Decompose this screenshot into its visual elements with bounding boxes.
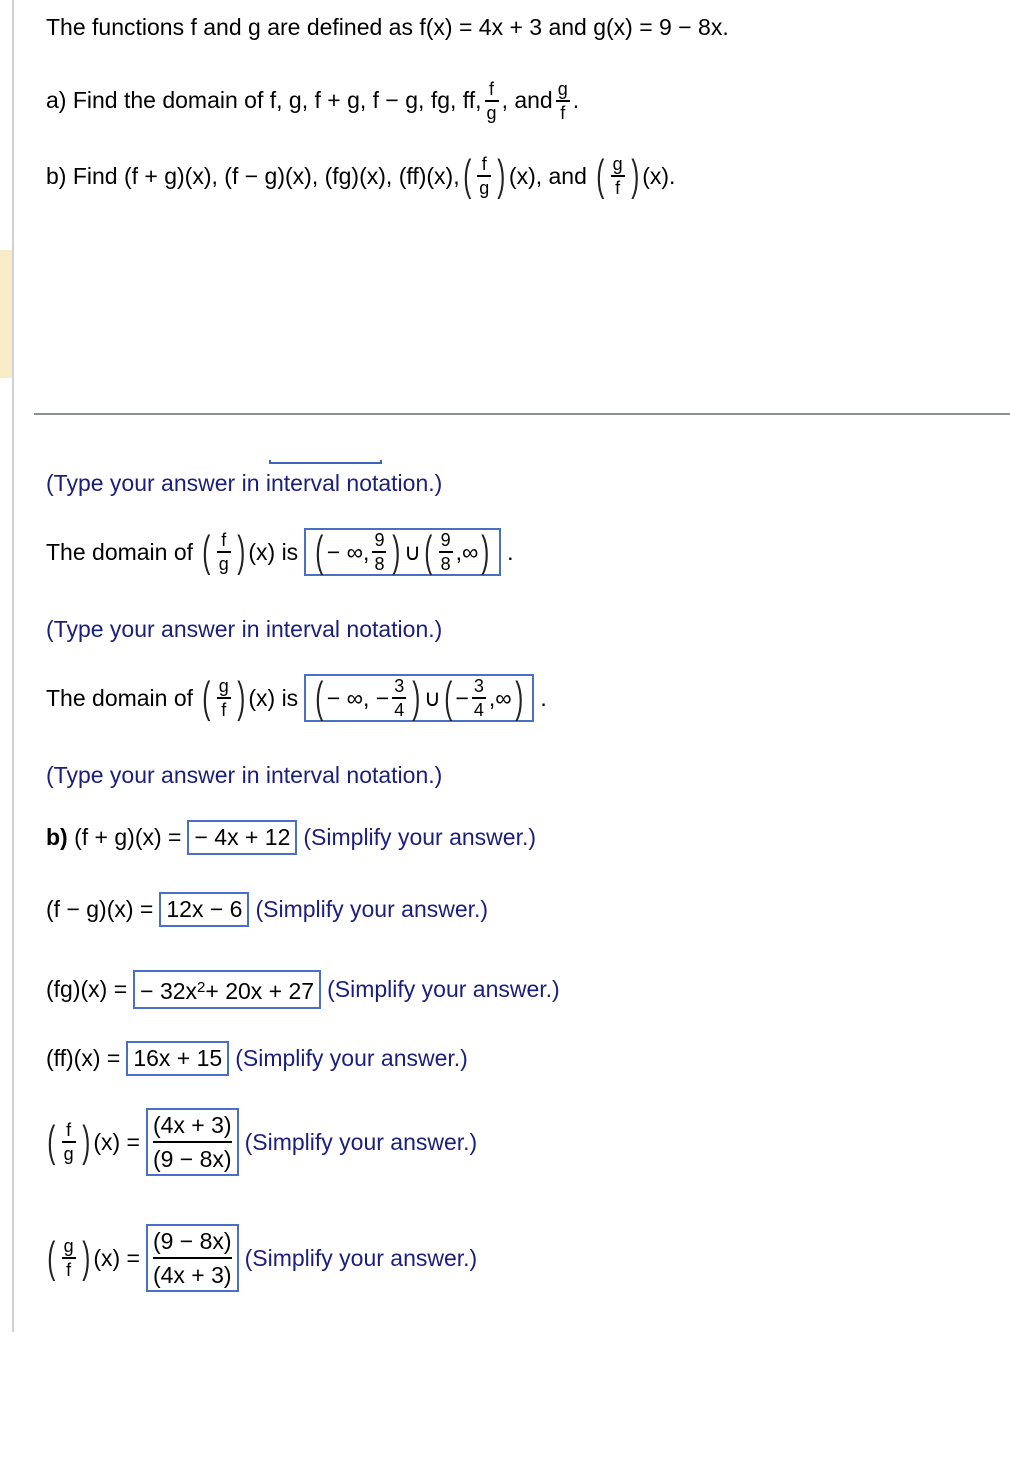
hint-interval-3: (Type your answer in interval notation.) bbox=[46, 762, 443, 788]
paren-fraction-g-over-f: (g f) bbox=[47, 1233, 91, 1283]
scroll-bracket bbox=[269, 460, 382, 464]
hint-interval-1: (Type your answer in interval notation.) bbox=[46, 470, 443, 496]
sum-row: b) (f + g)(x) = − 4x + 12 (Simplify your… bbox=[46, 820, 536, 855]
domain-g-over-f-answer[interactable]: ( − ∞, − 34 ) ∪ ( − 34 ,∞ ) bbox=[304, 674, 535, 722]
left-border bbox=[12, 0, 14, 1332]
domain-f-over-g-answer[interactable]: ( − ∞, 98 ) ∪ ( 98 ,∞ ) bbox=[304, 528, 502, 576]
domain-g-over-f-row: The domain of (g f) (x) is ( − ∞, − 34 ) … bbox=[46, 673, 547, 722]
fraction-f-over-g: fg bbox=[484, 79, 499, 123]
paren-fraction-g-over-f: (g f) bbox=[596, 151, 639, 200]
question-highlight-bar bbox=[0, 250, 12, 378]
sum-answer[interactable]: − 4x + 12 bbox=[187, 820, 298, 855]
hint-interval-2: (Type your answer in interval notation.) bbox=[46, 616, 443, 642]
quotient-g-over-f-answer[interactable]: (9 − 8x) (4x + 3) bbox=[145, 1224, 239, 1293]
quotient-f-over-g-answer[interactable]: (4x + 3) (9 − 8x) bbox=[145, 1108, 239, 1177]
square-answer[interactable]: 16x + 15 bbox=[126, 1041, 230, 1076]
difference-row: (f − g)(x) = 12x − 6 (Simplify your answ… bbox=[46, 892, 488, 927]
paren-fraction-f-over-g: (f g) bbox=[462, 151, 506, 200]
paren-fraction-f-over-g: (f g) bbox=[47, 1117, 91, 1167]
section-divider bbox=[34, 413, 1010, 415]
square-row: (ff)(x) = 16x + 15 (Simplify your answer… bbox=[46, 1041, 468, 1076]
product-row: (fg)(x) = − 32x 2 + 20x + 27 (Simplify yo… bbox=[46, 970, 560, 1009]
product-answer[interactable]: − 32x 2 + 20x + 27 bbox=[133, 970, 322, 1009]
problem-intro: The functions f and g are defined as f(x… bbox=[46, 14, 729, 40]
fraction-g-over-f: gf bbox=[555, 79, 570, 123]
quotient-f-over-g-row: (f g) (x) = (4x + 3) (9 − 8x) (Simplify yo… bbox=[44, 1108, 477, 1177]
domain-f-over-g-row: The domain of (f g) (x) is ( − ∞, 98 ) ∪ … bbox=[46, 527, 514, 576]
part-a-prompt: a) Find the domain of f, g, f + g, f − g… bbox=[46, 79, 580, 123]
quotient-g-over-f-row: (g f) (x) = (9 − 8x) (4x + 3) (Simplify yo… bbox=[44, 1224, 477, 1293]
part-b-prompt: b) Find (f + g)(x), (f − g)(x), (fg)(x),… bbox=[46, 151, 676, 200]
paren-fraction-f-over-g: (f g) bbox=[202, 527, 246, 576]
difference-answer[interactable]: 12x − 6 bbox=[159, 892, 250, 927]
paren-fraction-g-over-f: (g f) bbox=[202, 673, 246, 722]
